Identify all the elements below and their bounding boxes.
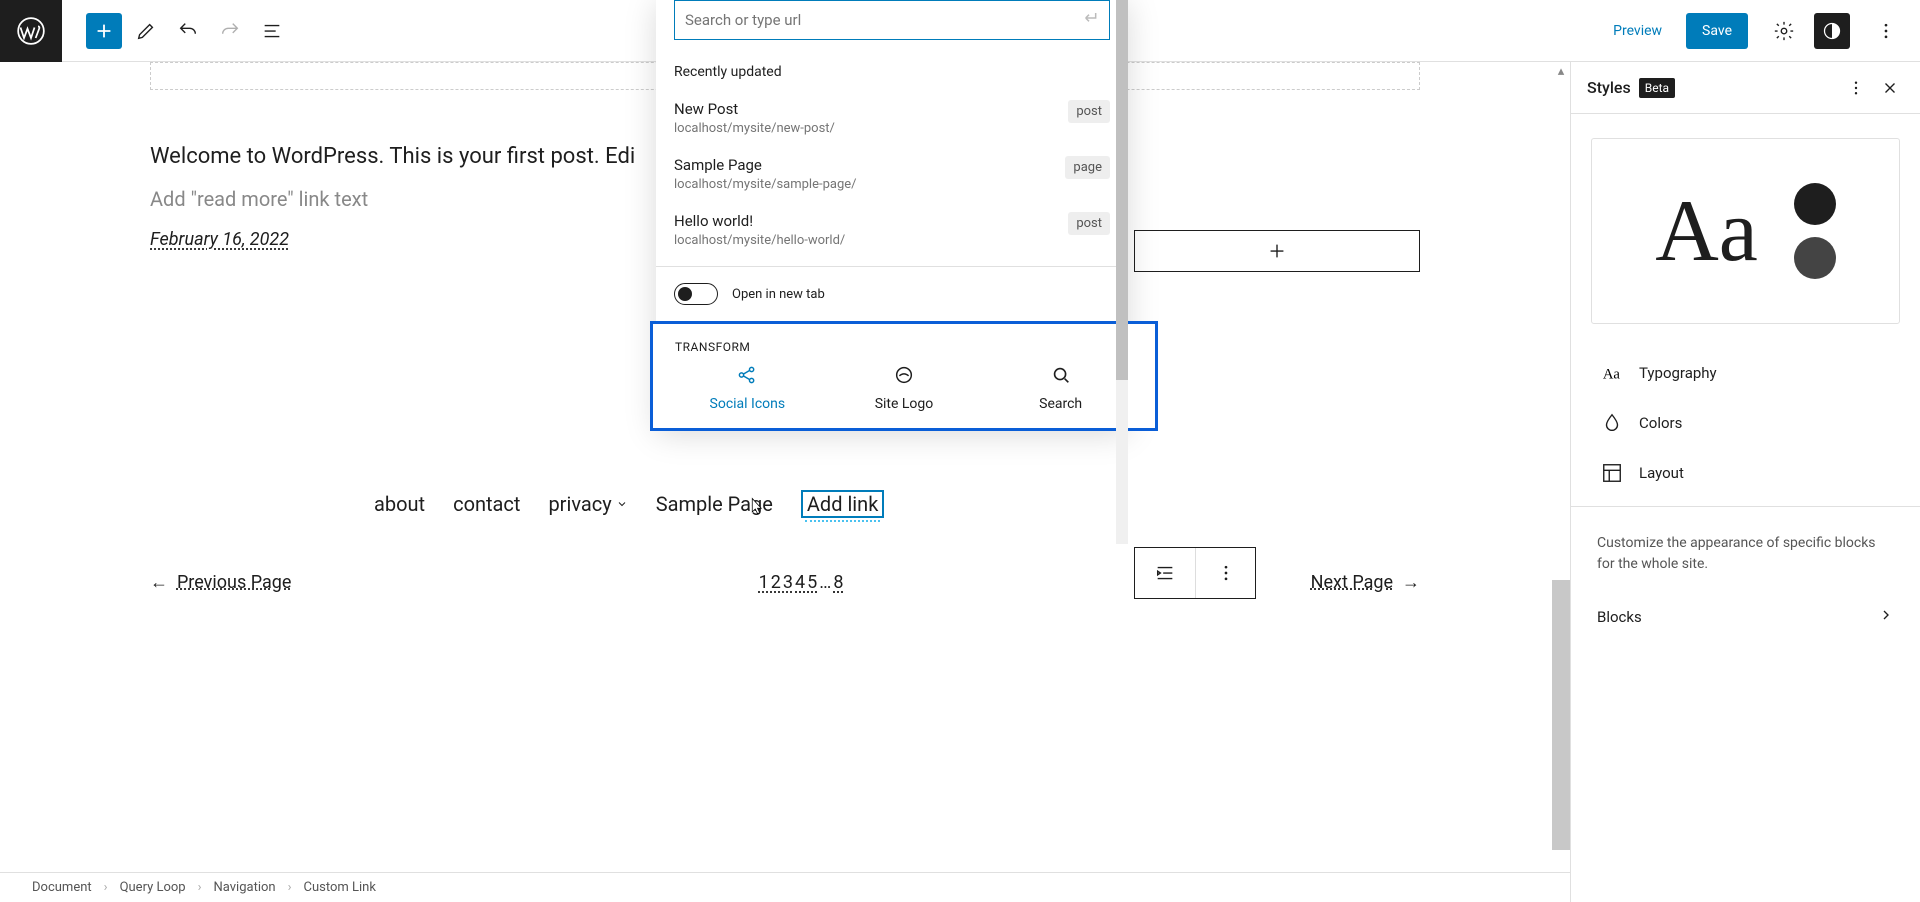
more-options-icon[interactable] bbox=[1868, 13, 1904, 49]
block-tool-indent-icon[interactable] bbox=[1135, 548, 1195, 598]
transform-label: TRANSFORM bbox=[653, 336, 1155, 364]
save-button[interactable]: Save bbox=[1686, 13, 1748, 49]
page-numbers[interactable]: 1 2 3 4 5 … 8 bbox=[759, 572, 844, 593]
enter-icon bbox=[1079, 8, 1099, 32]
open-new-tab-toggle[interactable]: Open in new tab bbox=[656, 267, 1128, 321]
previous-page-link[interactable]: ← Previous Page bbox=[150, 572, 291, 593]
breadcrumb-item[interactable]: Custom Link bbox=[304, 880, 376, 895]
drop-icon bbox=[1601, 412, 1623, 434]
site-logo-icon bbox=[893, 364, 915, 386]
link-search-input[interactable]: Search or type url bbox=[674, 0, 1110, 40]
settings-icon[interactable] bbox=[1766, 13, 1802, 49]
block-tool-more-icon[interactable] bbox=[1195, 548, 1255, 598]
link-suggestion-sample-page[interactable]: Sample Pagelocalhost/mysite/sample-page/… bbox=[656, 146, 1128, 202]
transform-social-icons[interactable]: Social Icons bbox=[687, 364, 807, 412]
link-popover: Search or type url Recently updated New … bbox=[656, 0, 1128, 431]
transform-search[interactable]: Search bbox=[1001, 364, 1121, 412]
breadcrumb-item[interactable]: Navigation bbox=[214, 880, 276, 895]
type-badge: post bbox=[1068, 212, 1110, 235]
type-badge: post bbox=[1068, 100, 1110, 123]
append-block-button[interactable] bbox=[1134, 230, 1420, 272]
nav-item-privacy[interactable]: privacy bbox=[548, 492, 627, 516]
sidebar-more-icon[interactable] bbox=[1842, 74, 1870, 102]
styles-sidebar: Styles Beta Aa Aa Typography Colors Layo… bbox=[1570, 62, 1920, 902]
redo-icon[interactable] bbox=[212, 13, 248, 49]
link-suggestion-hello-world[interactable]: Hello world!localhost/mysite/hello-world… bbox=[656, 202, 1128, 258]
wordpress-logo[interactable] bbox=[0, 0, 62, 62]
toggle-switch[interactable] bbox=[674, 283, 718, 305]
breadcrumb: Document› Query Loop› Navigation› Custom… bbox=[0, 872, 1570, 902]
chevron-right-icon bbox=[1878, 607, 1894, 627]
share-icon bbox=[736, 364, 758, 386]
list-view-icon[interactable] bbox=[254, 13, 290, 49]
sidebar-title: Styles bbox=[1587, 78, 1631, 97]
typography-icon: Aa bbox=[1601, 362, 1623, 384]
next-page-link[interactable]: Next Page → bbox=[1311, 572, 1420, 593]
navigation-block: about contact privacy Sample Page Add li… bbox=[374, 490, 1420, 518]
breadcrumb-item[interactable]: Document bbox=[32, 880, 92, 895]
add-link-field[interactable]: Add link bbox=[801, 490, 884, 518]
svg-text:Aa: Aa bbox=[1603, 367, 1621, 383]
nav-item-sample-page[interactable]: Sample Page bbox=[656, 492, 773, 516]
edit-icon[interactable] bbox=[128, 13, 164, 49]
breadcrumb-item[interactable]: Query Loop bbox=[120, 880, 186, 895]
add-block-button[interactable] bbox=[86, 13, 122, 49]
type-badge: page bbox=[1065, 156, 1110, 179]
layout-icon bbox=[1601, 462, 1623, 484]
blocks-nav[interactable]: Blocks bbox=[1571, 593, 1920, 641]
typography-option[interactable]: Aa Typography bbox=[1571, 348, 1920, 398]
transform-site-logo[interactable]: Site Logo bbox=[844, 364, 964, 412]
canvas-scrollbar[interactable]: ▴ bbox=[1552, 62, 1570, 902]
layout-option[interactable]: Layout bbox=[1571, 448, 1920, 498]
search-icon bbox=[1050, 364, 1072, 386]
close-sidebar-icon[interactable] bbox=[1876, 74, 1904, 102]
beta-badge: Beta bbox=[1639, 78, 1675, 98]
blocks-description: Customize the appearance of specific blo… bbox=[1571, 515, 1920, 593]
nav-item-contact[interactable]: contact bbox=[453, 492, 520, 516]
link-suggestion-new-post[interactable]: New Postlocalhost/mysite/new-post/ post bbox=[656, 90, 1128, 146]
recently-updated-label: Recently updated bbox=[656, 54, 1128, 90]
styles-toggle-icon[interactable] bbox=[1814, 13, 1850, 49]
colors-option[interactable]: Colors bbox=[1571, 398, 1920, 448]
popover-scrollbar[interactable] bbox=[1116, 0, 1128, 544]
nav-item-about[interactable]: about bbox=[374, 492, 425, 516]
transform-section: TRANSFORM Social Icons Site Logo Search bbox=[650, 321, 1158, 431]
preview-button[interactable]: Preview bbox=[1601, 15, 1674, 47]
block-toolbar bbox=[1134, 547, 1256, 599]
style-preview[interactable]: Aa bbox=[1591, 138, 1900, 324]
undo-icon[interactable] bbox=[170, 13, 206, 49]
chevron-down-icon bbox=[616, 498, 628, 510]
